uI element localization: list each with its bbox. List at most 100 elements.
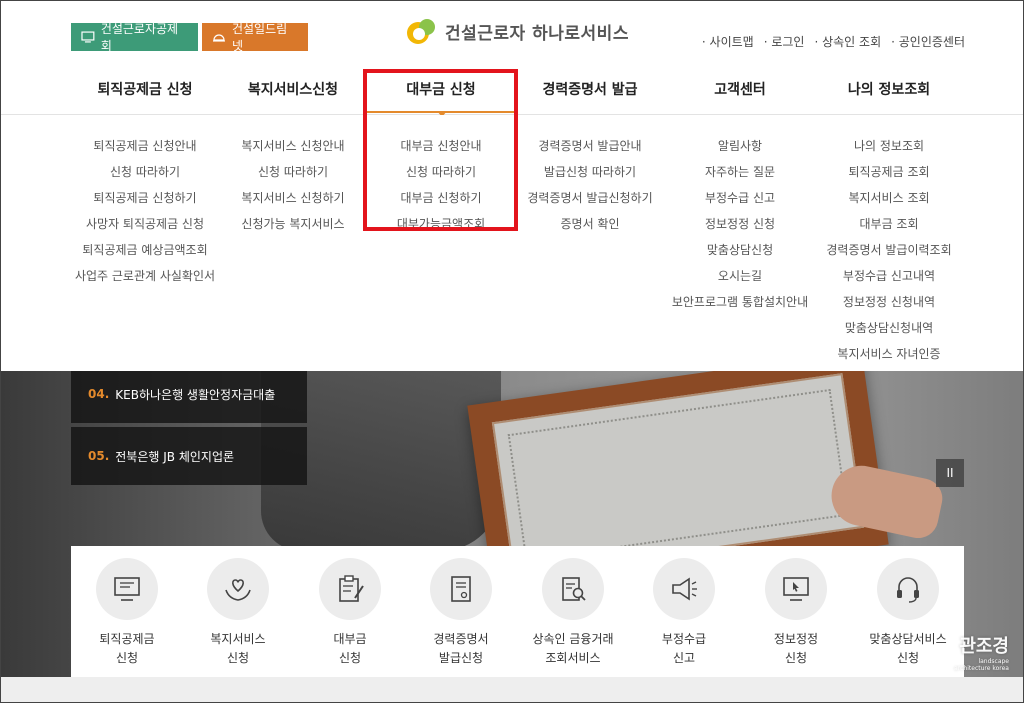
publisher-watermark: 관조경 landscape architecture korea	[945, 632, 1009, 688]
notice-text: KEB하나은행 생활안정자금대출	[115, 387, 276, 402]
notice-item[interactable]: 04. KEB하나은행 생활안정자금대출	[71, 371, 307, 423]
service-label-line1: 상속인 금융거래	[532, 632, 614, 646]
monitor-document-icon	[96, 558, 158, 620]
helmet-icon	[212, 34, 225, 42]
top-bar: 건설근로자공제회 건설일드림넷 건설근로자 하나로서비스 · 사이트맵 · 로그…	[1, 1, 1023, 68]
service-label-line1: 대부금	[333, 632, 367, 646]
document-search-icon	[542, 558, 604, 620]
build-dreamnet-button[interactable]: 건설일드림넷	[202, 22, 308, 53]
quick-services: 퇴직공제금신청 복지서비스신청 대부금신청 경력증명서발급신청 상속인 금융거래…	[71, 546, 964, 677]
service-label-line2: 신고	[672, 651, 696, 665]
watermark-sub: landscape architecture korea	[954, 658, 1009, 672]
menu-item[interactable]: 퇴직공제금 예상금액조회	[71, 237, 219, 263]
menu-item[interactable]: 자주하는 질문	[665, 159, 815, 185]
bottom-strip	[1, 677, 1023, 702]
page-frame: 건설근로자공제회 건설일드림넷 건설근로자 하나로서비스 · 사이트맵 · 로그…	[0, 0, 1024, 703]
clipboard-pencil-icon	[319, 558, 381, 620]
menu-item[interactable]: 복지서비스 신청하기	[219, 185, 367, 211]
menu-column-welfare: 복지서비스 신청안내 신청 따라하기 복지서비스 신청하기 신청가능 복지서비스	[219, 133, 367, 237]
nav-customer-center[interactable]: 고객센터	[665, 67, 815, 114]
nav-career-cert[interactable]: 경력증명서 발급	[515, 67, 665, 114]
service-label-line2: 신청	[896, 651, 920, 665]
logo-text: 건설근로자 하나로서비스	[445, 23, 629, 44]
nav-my-info[interactable]: 나의 정보조회	[815, 67, 963, 114]
certificate-center-link[interactable]: · 공인인증센터	[891, 33, 965, 50]
menu-item[interactable]: 보안프로그램 통합설치안내	[665, 289, 815, 315]
menu-item[interactable]: 알림사항	[665, 133, 815, 159]
menu-item[interactable]: 경력증명서 발급안내	[515, 133, 665, 159]
heart-hands-icon	[207, 558, 269, 620]
menu-item[interactable]: 사업주 근로관계 사실확인서	[71, 263, 219, 289]
service-info-correction[interactable]: 정보정정신청	[740, 558, 852, 668]
service-label-line1: 정보정정	[773, 632, 819, 646]
menu-item[interactable]: 복지서비스 신청안내	[219, 133, 367, 159]
service-loan[interactable]: 대부금신청	[294, 558, 406, 668]
service-label-line1: 맞춤상담서비스	[869, 632, 947, 646]
menu-item[interactable]: 정보정정 신청내역	[815, 289, 963, 315]
megaphone-icon	[653, 558, 715, 620]
menu-item[interactable]: 경력증명서 발급이력조회	[815, 237, 963, 263]
menu-column-retirement: 퇴직공제금 신청안내 신청 따라하기 퇴직공제금 신청하기 사망자 퇴직공제금 …	[71, 133, 219, 289]
menu-item[interactable]: 오시는길	[665, 263, 815, 289]
logo-mark-icon	[407, 19, 435, 44]
worker-association-label: 건설근로자공제회	[100, 22, 179, 53]
service-career-cert[interactable]: 경력증명서발급신청	[405, 558, 517, 668]
monitor-icon	[81, 31, 95, 43]
service-fraud-report[interactable]: 부정수급신고	[628, 558, 740, 668]
monitor-cursor-icon	[765, 558, 827, 620]
menu-item[interactable]: 대부금 조회	[815, 211, 963, 237]
menu-item[interactable]: 신청 따라하기	[71, 159, 219, 185]
service-label-line1: 퇴직공제금	[99, 632, 155, 646]
service-label-line1: 부정수급	[661, 632, 707, 646]
menu-column-career-cert: 경력증명서 발급안내 발급신청 따라하기 경력증명서 발급신청하기 증명서 확인	[515, 133, 665, 237]
nav-welfare[interactable]: 복지서비스신청	[219, 67, 367, 114]
pause-button[interactable]: II	[936, 459, 964, 487]
utility-links: · 사이트맵 · 로그인 · 상속인 조회 · 공인인증센터	[692, 33, 965, 50]
headset-icon	[877, 558, 939, 620]
menu-item[interactable]: 발급신청 따라하기	[515, 159, 665, 185]
notice-item[interactable]: 05. 전북은행 JB 체인지업론	[71, 427, 307, 485]
service-label-line2: 발급신청	[438, 651, 484, 665]
menu-item[interactable]: 정보정정 신청	[665, 211, 815, 237]
login-link[interactable]: · 로그인	[764, 33, 805, 50]
menu-item[interactable]: 신청가능 복지서비스	[219, 211, 367, 237]
service-heir-lookup[interactable]: 상속인 금융거래조회서비스	[517, 558, 629, 668]
menu-item[interactable]: 퇴직공제금 신청하기	[71, 185, 219, 211]
site-logo[interactable]: 건설근로자 하나로서비스	[405, 15, 629, 47]
watermark-main: 관조경	[959, 636, 1009, 657]
service-label-line2: 신청	[226, 651, 250, 665]
build-dreamnet-label: 건설일드림넷	[231, 22, 288, 53]
notice-number: 05.	[88, 449, 110, 463]
service-retirement[interactable]: 퇴직공제금신청	[71, 558, 183, 668]
service-label-line1: 복지서비스	[210, 632, 266, 646]
notice-text: 전북은행 JB 체인지업론	[115, 449, 235, 464]
menu-column-customer-center: 알림사항 자주하는 질문 부정수급 신고 정보정정 신청 맞춤상담신청 오시는길…	[665, 133, 815, 315]
certificate-icon	[430, 558, 492, 620]
menu-item[interactable]: 퇴직공제금 조회	[815, 159, 963, 185]
service-welfare[interactable]: 복지서비스신청	[182, 558, 294, 668]
service-label-line2: 신청	[115, 651, 139, 665]
menu-item[interactable]: 부정수급 신고내역	[815, 263, 963, 289]
menu-item[interactable]: 경력증명서 발급신청하기	[515, 185, 665, 211]
service-label-line2: 신청	[784, 651, 808, 665]
service-label-line2: 조회서비스	[545, 651, 601, 665]
menu-item[interactable]: 맞춤상담신청내역	[815, 315, 963, 341]
sitemap-link[interactable]: · 사이트맵	[702, 33, 754, 50]
notice-number: 04.	[88, 387, 110, 401]
menu-item[interactable]: 퇴직공제금 신청안내	[71, 133, 219, 159]
menu-item[interactable]: 맞춤상담신청	[665, 237, 815, 263]
service-label-line2: 신청	[338, 651, 362, 665]
menu-item[interactable]: 부정수급 신고	[665, 185, 815, 211]
heir-lookup-link[interactable]: · 상속인 조회	[814, 33, 881, 50]
menu-item[interactable]: 복지서비스 자녀인증	[815, 341, 963, 367]
highlight-box	[363, 69, 518, 231]
service-label-line1: 경력증명서	[433, 632, 489, 646]
menu-item[interactable]: 사망자 퇴직공제금 신청	[71, 211, 219, 237]
menu-item[interactable]: 복지서비스 조회	[815, 185, 963, 211]
menu-item[interactable]: 신청 따라하기	[219, 159, 367, 185]
worker-association-button[interactable]: 건설근로자공제회	[71, 22, 198, 53]
nav-retirement[interactable]: 퇴직공제금 신청	[71, 67, 219, 114]
menu-column-my-info: 나의 정보조회 퇴직공제금 조회 복지서비스 조회 대부금 조회 경력증명서 발…	[815, 133, 963, 367]
menu-item[interactable]: 증명서 확인	[515, 211, 665, 237]
menu-item[interactable]: 나의 정보조회	[815, 133, 963, 159]
